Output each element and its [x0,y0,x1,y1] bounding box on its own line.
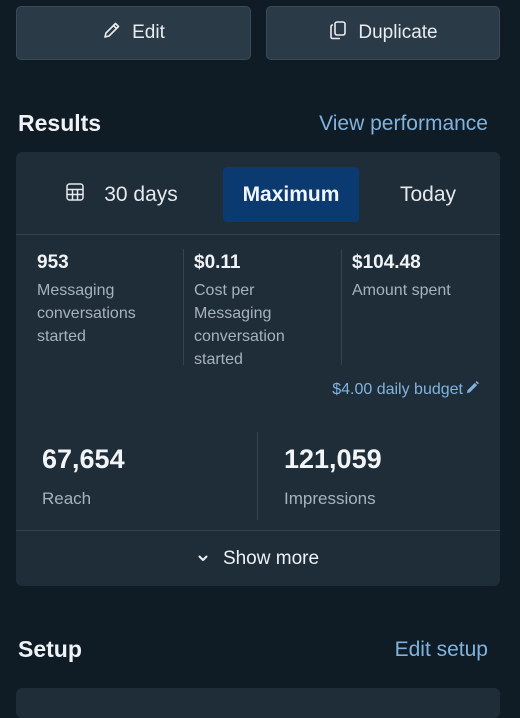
duplicate-button[interactable]: Duplicate [266,6,500,60]
duplicate-icon [328,20,348,46]
stat-value: $0.11 [194,252,241,273]
show-more-label: Show more [222,547,320,569]
tab-maximum[interactable]: Maximum [223,167,359,222]
divider [183,249,184,365]
edit-button[interactable]: Edit [16,6,251,60]
stat-messaging-conversations: 953 Messaging conversations started [37,252,177,348]
stat-label: Cost per Messaging conversation started [194,282,285,368]
date-range-tabs: 30 days Maximum Today [16,152,500,235]
duplicate-label: Duplicate [358,22,438,43]
stat-label: Messaging conversations started [37,282,136,345]
tab-30-days[interactable]: 30 days [46,167,196,222]
stat-value: 121,059 [284,444,382,474]
stat-value: 67,654 [42,444,125,474]
edit-setup-link[interactable]: Edit setup [395,638,488,662]
stat-impressions: 121,059 Impressions [284,444,382,509]
divider [257,432,258,520]
setup-card [16,688,500,718]
stat-label: Reach [42,489,92,508]
results-card: 30 days Maximum Today 953 Messaging conv… [16,152,500,586]
pencil-icon [102,20,122,46]
divider [341,249,342,365]
stat-reach: 67,654 Reach [42,444,125,509]
tab-today[interactable]: Today [378,167,478,222]
results-title: Results [18,110,102,136]
chevron-down-icon [197,548,209,570]
calendar-icon [64,181,86,209]
show-more-button[interactable]: Show more [16,530,500,586]
edit-label: Edit [132,22,165,43]
stat-label: Amount spent [352,282,451,299]
stat-label: Impressions [284,489,376,508]
daily-budget-label: $4.00 daily budget [332,381,463,398]
stat-value: 953 [37,252,69,273]
view-performance-link[interactable]: View performance [319,112,488,136]
pencil-icon [465,380,480,400]
daily-budget-link[interactable]: $4.00 daily budget [332,380,480,400]
stat-cost-per-conversation: $0.11 Cost per Messaging conversation st… [194,252,324,371]
setup-title: Setup [18,636,82,662]
stat-amount-spent: $104.48 Amount spent [352,252,492,302]
tab-30-days-label: 30 days [104,182,178,206]
stat-value: $104.48 [352,252,421,273]
